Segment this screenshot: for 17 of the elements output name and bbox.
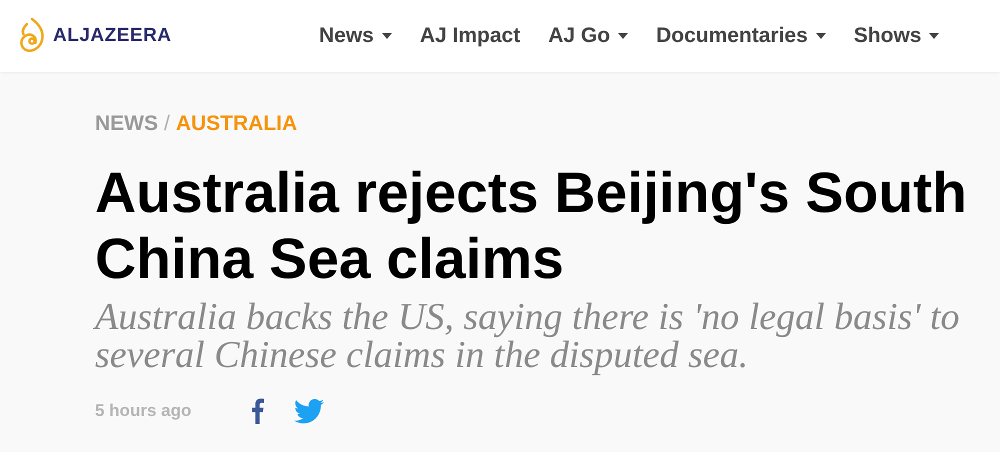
headline: China Sea claims xyxy=(95,226,564,292)
article-subtitle: Australia backs the US, saying there is 'no legal basis' to several Chinese claims in the disputed sea. xyxy=(95,298,960,374)
nav-link[interactable]: AJ Go xyxy=(548,24,628,48)
timestamp: 5 hours ago xyxy=(95,401,192,421)
nav-link[interactable]: Shows xyxy=(854,24,940,48)
caret-icon xyxy=(618,33,628,39)
facebook-icon[interactable] xyxy=(251,398,264,424)
nav-link[interactable]: AJ Impact xyxy=(420,24,520,48)
caret-icon xyxy=(816,33,826,39)
caret-icon xyxy=(929,33,940,39)
breadcrumb-separator: / xyxy=(164,112,170,136)
bird-icon[interactable] xyxy=(294,398,324,424)
nav-link[interactable]: Documentaries xyxy=(656,24,826,48)
nav-link[interactable]: News xyxy=(319,24,392,48)
logo-wordmark[interactable]: ALJAZEERA xyxy=(53,25,172,47)
caret-icon xyxy=(382,33,392,39)
headline: Australia rejects Beijing's South xyxy=(95,160,967,226)
